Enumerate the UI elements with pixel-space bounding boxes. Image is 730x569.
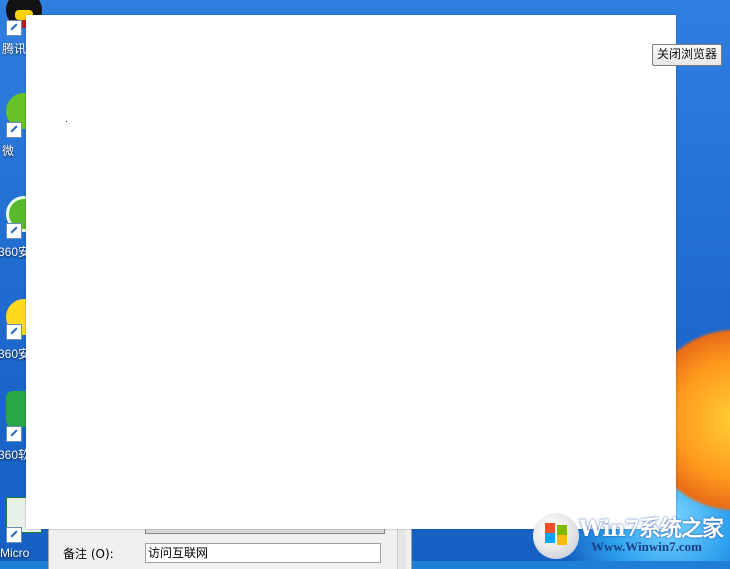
desktop-icon-label: 腾讯 — [2, 42, 27, 56]
shortcut-arrow-icon — [6, 223, 22, 239]
browser-popup-window — [26, 15, 676, 529]
watermark: Win7系统之家 Www.Winwin7.com — [533, 509, 729, 561]
properties-dialog: 备注 (O): 访问互联网 — [48, 529, 412, 569]
shortcut-arrow-icon — [6, 122, 22, 138]
windows-logo-icon — [557, 535, 567, 545]
note-input[interactable]: 访问互联网 — [145, 543, 381, 563]
shortcut-arrow-icon — [6, 527, 22, 543]
dropdown-field[interactable] — [145, 529, 385, 534]
note-label: 备注 (O): — [63, 547, 114, 561]
shortcut-arrow-icon — [6, 324, 22, 340]
shortcut-arrow-icon — [6, 426, 22, 442]
desktop-icon-label: Micro — [0, 546, 30, 560]
close-browser-button[interactable]: 关闭浏览器 — [652, 44, 723, 66]
watermark-url: Www.Winwin7.com — [591, 539, 702, 554]
windows-logo-icon — [533, 513, 579, 559]
content-dot — [66, 121, 67, 122]
desktop-icon-label: 微 — [2, 144, 15, 158]
scrollbar[interactable] — [397, 529, 406, 569]
shortcut-arrow-icon — [6, 20, 22, 36]
windows-logo-icon — [545, 533, 555, 543]
